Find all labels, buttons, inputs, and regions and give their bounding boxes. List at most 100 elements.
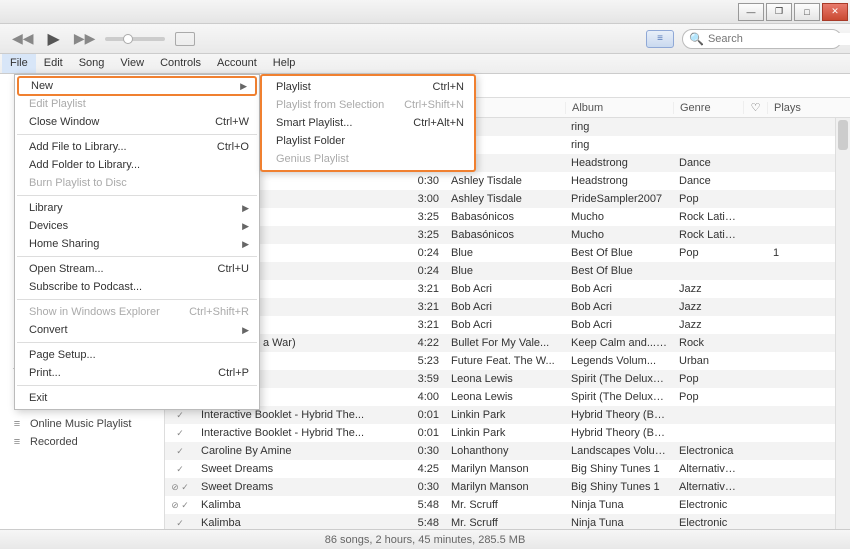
track-row[interactable]: 3:25BabasónicosMuchoRock Latino (165, 208, 850, 226)
track-row[interactable]: 0:24BlueBest Of BluePop1 (165, 244, 850, 262)
scrollbar[interactable] (835, 118, 850, 529)
col-loved[interactable]: ♡ (743, 101, 767, 114)
menu-song[interactable]: Song (71, 54, 113, 73)
track-row[interactable]: aid0:30Ashley TisdaleHeadstrongDance (165, 172, 850, 190)
track-row[interactable]: aid3:00Ashley TisdalePrideSampler2007Pop (165, 190, 850, 208)
track-genre: Jazz (673, 283, 743, 295)
track-list: ringringHeadstrongDanceaid0:30Ashley Tis… (165, 118, 850, 529)
track-time: 3:59 (405, 373, 445, 385)
window-minimize-button[interactable]: — (738, 3, 764, 21)
track-row[interactable]: 3:21Bob AcriBob AcriJazz (165, 280, 850, 298)
window-titlebar: — ❐ □ ✕ (0, 0, 850, 24)
playlist-icon: ≡ (10, 436, 24, 448)
list-view-button[interactable]: ≡ (646, 30, 674, 48)
track-time: 3:25 (405, 229, 445, 241)
col-plays[interactable]: Plays (767, 102, 807, 114)
volume-slider[interactable] (105, 37, 165, 41)
sidebar-item[interactable]: ≡Online Music Playlist (0, 415, 164, 433)
track-row[interactable]: 3:59Leona LewisSpirit (The Deluxe...Pop (165, 370, 850, 388)
airplay-button[interactable] (175, 32, 195, 46)
sidebar-item[interactable]: ≡Recorded (0, 433, 164, 451)
new-submenu-item[interactable]: Smart Playlist...Ctrl+Alt+N (262, 114, 474, 132)
new-submenu-item[interactable]: Playlist Folder (262, 132, 474, 150)
file-menu-item[interactable]: Page Setup... (15, 346, 259, 364)
new-submenu: PlaylistCtrl+NPlaylist from SelectionCtr… (260, 74, 476, 172)
track-row[interactable]: ttle? (Here's a War)4:22Bullet For My Va… (165, 334, 850, 352)
menu-edit[interactable]: Edit (36, 54, 71, 73)
track-artist: Marilyn Manson (445, 463, 565, 475)
track-genre: Pop (673, 391, 743, 403)
track-row[interactable]: ⊘ ✓Sweet Dreams0:30Marilyn MansonBig Shi… (165, 478, 850, 496)
file-menu-item[interactable]: Devices▶ (15, 217, 259, 235)
window-restore-button[interactable]: ❐ (766, 3, 792, 21)
menu-file[interactable]: File (2, 54, 36, 73)
col-genre[interactable]: Genre (673, 102, 743, 114)
next-track-button[interactable]: ▶▶ (70, 30, 100, 47)
play-button[interactable]: ▶ (44, 29, 64, 49)
search-box[interactable]: 🔍 (682, 29, 842, 49)
track-time: 0:30 (405, 445, 445, 457)
track-artist: Lohanthony (445, 445, 565, 457)
new-submenu-item: Genius Playlist (262, 150, 474, 168)
file-menu-item[interactable]: Convert▶ (15, 321, 259, 339)
file-menu-item[interactable]: Print...Ctrl+P (15, 364, 259, 382)
track-row[interactable]: ✓Caroline By Amine0:30LohanthonyLandscap… (165, 442, 850, 460)
track-row[interactable]: 5:23Future Feat. The W...Legends Volum..… (165, 352, 850, 370)
track-checked: ⊘ ✓ (165, 500, 195, 511)
track-name: Interactive Booklet - Hybrid The... (195, 409, 405, 421)
col-album[interactable]: Album (565, 102, 673, 114)
file-menu-item[interactable]: Subscribe to Podcast... (15, 278, 259, 296)
track-album: ring (565, 139, 673, 151)
track-time: 4:25 (405, 463, 445, 475)
menu-account[interactable]: Account (209, 54, 265, 73)
menu-view[interactable]: View (112, 54, 152, 73)
file-menu-item[interactable]: Open Stream...Ctrl+U (15, 260, 259, 278)
track-row[interactable]: ✓Interactive Booklet - Hybrid The...0:01… (165, 406, 850, 424)
window-close-button[interactable]: ✕ (822, 3, 848, 21)
menu-help[interactable]: Help (265, 54, 304, 73)
track-name: Interactive Booklet - Hybrid The... (195, 427, 405, 439)
track-row[interactable]: 3:25BabasónicosMuchoRock Latino (165, 226, 850, 244)
playlist-icon: ≡ (10, 418, 24, 430)
track-row[interactable]: ✓Sweet Dreams4:25Marilyn MansonBig Shiny… (165, 460, 850, 478)
track-checked: ✓ (165, 518, 195, 529)
file-menu-item[interactable]: New▶ (17, 76, 257, 96)
file-menu-item[interactable]: Exit (15, 389, 259, 407)
track-row[interactable]: ✓Kalimba5:48Mr. ScruffNinja TunaElectron… (165, 514, 850, 529)
track-row[interactable]: 3:21Bob AcriBob AcriJazz (165, 316, 850, 334)
track-time: 0:30 (405, 481, 445, 493)
track-album: Headstrong (565, 157, 673, 169)
track-row[interactable]: ✓I Will Be4:00Leona LewisSpirit (The Del… (165, 388, 850, 406)
track-row[interactable]: 0:24BlueBest Of Blue (165, 262, 850, 280)
file-menu-item[interactable]: Home Sharing▶ (15, 235, 259, 253)
file-menu-item[interactable]: Library▶ (15, 199, 259, 217)
track-artist: Ashley Tisdale (445, 193, 565, 205)
track-artist: Babasónicos (445, 229, 565, 241)
file-menu-item[interactable]: Close WindowCtrl+W (15, 113, 259, 131)
track-artist: Ashley Tisdale (445, 175, 565, 187)
track-artist: Future Feat. The W... (445, 355, 565, 367)
new-submenu-item[interactable]: PlaylistCtrl+N (262, 78, 474, 96)
track-plays: 1 (767, 247, 807, 259)
track-time: 0:01 (405, 427, 445, 439)
track-album: ring (565, 121, 673, 133)
track-album: Spirit (The Deluxe... (565, 391, 673, 403)
track-artist: Mr. Scruff (445, 517, 565, 529)
track-artist: Bob Acri (445, 283, 565, 295)
track-row[interactable]: ✓Interactive Booklet - Hybrid The...0:01… (165, 424, 850, 442)
track-time: 3:21 (405, 283, 445, 295)
track-genre: Electronic (673, 517, 743, 529)
prev-track-button[interactable]: ◀◀ (8, 30, 38, 47)
menu-controls[interactable]: Controls (152, 54, 209, 73)
track-name: Sweet Dreams (195, 463, 405, 475)
file-menu-item[interactable]: Add Folder to Library... (15, 156, 259, 174)
track-artist: Mr. Scruff (445, 499, 565, 511)
track-artist: Bob Acri (445, 319, 565, 331)
file-menu-item[interactable]: Add File to Library...Ctrl+O (15, 138, 259, 156)
track-row[interactable]: ⊘ ✓Kalimba5:48Mr. ScruffNinja TunaElectr… (165, 496, 850, 514)
track-row[interactable]: 3:21Bob AcriBob AcriJazz (165, 298, 850, 316)
track-name: Sweet Dreams (195, 481, 405, 493)
track-artist: Linkin Park (445, 409, 565, 421)
search-input[interactable] (708, 33, 850, 45)
window-maximize-button[interactable]: □ (794, 3, 820, 21)
